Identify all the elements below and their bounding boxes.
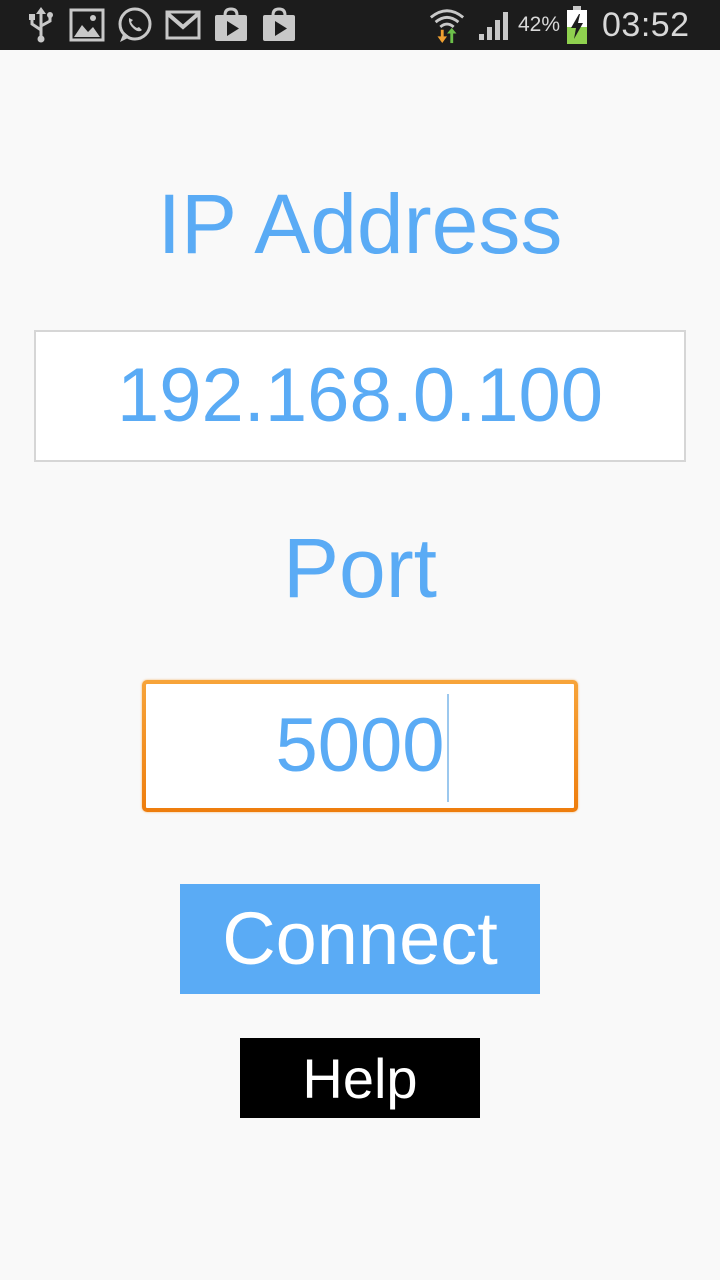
- play-store-icon: [260, 6, 298, 44]
- battery-percentage: 42%: [518, 13, 561, 36]
- whatsapp-icon: [116, 6, 154, 44]
- ip-address-field[interactable]: 192.168.0.100: [34, 330, 686, 462]
- port-value: 5000: [275, 703, 445, 788]
- battery-charging-icon: [562, 6, 592, 44]
- status-bar: 42% 03:52: [0, 0, 720, 50]
- port-value-wrapper: 5000: [275, 684, 449, 808]
- wifi-data-transfer-icon: [428, 6, 466, 44]
- connection-form: IP Address 192.168.0.100 Port 5000 Conne…: [0, 50, 720, 1280]
- port-label: Port: [282, 521, 438, 615]
- text-cursor: [446, 694, 449, 802]
- connect-button[interactable]: Connect: [180, 884, 540, 994]
- help-button[interactable]: Help: [240, 1038, 480, 1118]
- gallery-icon: [68, 6, 106, 44]
- ip-address-value: 192.168.0.100: [116, 353, 604, 438]
- status-bar-clock: 03:52: [602, 6, 690, 44]
- ip-address-label: IP Address: [157, 177, 563, 271]
- port-field[interactable]: 5000: [142, 680, 578, 812]
- signal-strength-icon: [476, 6, 514, 44]
- usb-icon: [22, 6, 60, 44]
- gmail-icon: [164, 6, 202, 44]
- play-store-icon: [212, 6, 250, 44]
